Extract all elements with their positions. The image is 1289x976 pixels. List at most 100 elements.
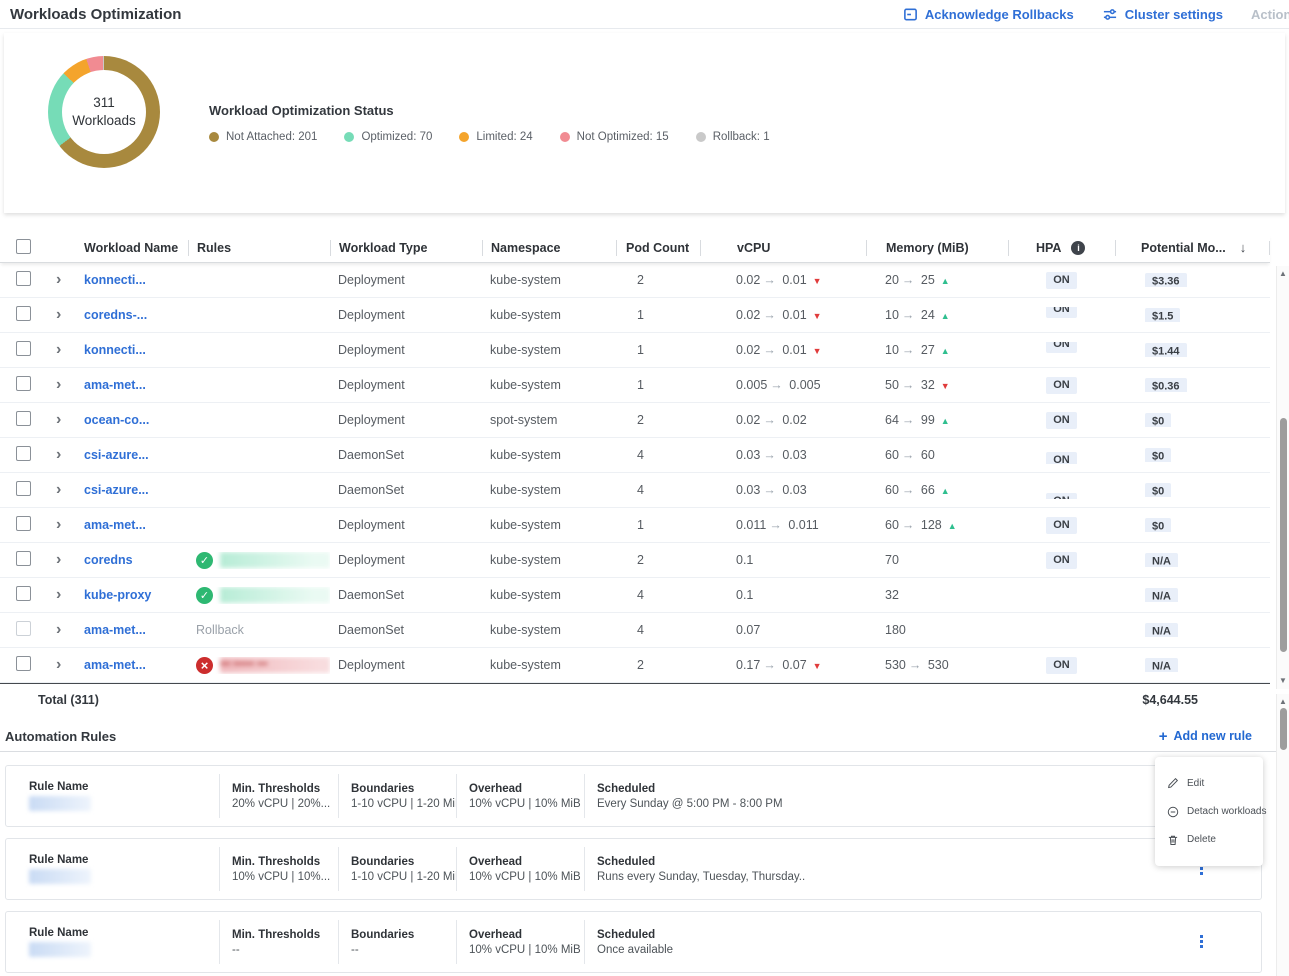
col-workload-type[interactable]: Workload Type	[330, 240, 482, 256]
boundaries-value: 1-10 vCPU | 1-20 MiB	[351, 871, 456, 883]
pod-count-cell: 2	[616, 273, 700, 287]
scroll-up-icon[interactable]	[1277, 697, 1289, 707]
vcpu-cell: 0.1	[700, 588, 866, 602]
col-pod-count[interactable]: Pod Count	[616, 240, 700, 256]
memory-trend-icon	[941, 381, 950, 391]
donut-center: 311 Workloads	[62, 70, 146, 154]
legend-item[interactable]: Limited: 24	[459, 131, 532, 143]
workload-type-cell: DaemonSet	[330, 448, 482, 462]
menu-item-detach-workloads[interactable]: Detach workloads	[1155, 806, 1263, 818]
hpa-badge: ON	[1046, 412, 1077, 429]
vcpu-cell: 0.0110.011	[700, 518, 866, 532]
workload-name-link[interactable]: kube-proxy	[84, 588, 151, 602]
namespace-cell: kube-system	[482, 343, 616, 357]
overhead-value: 10% vCPU | 10% MiB	[469, 798, 584, 810]
rules-scrollbar[interactable]	[1276, 694, 1289, 976]
table-scrollbar-thumb[interactable]	[1280, 418, 1287, 652]
boundaries-value: 1-10 vCPU | 1-20 MiB	[351, 798, 456, 810]
table-row: › coredns-... Deployment kube-system 1 0…	[0, 298, 1270, 333]
col-memory[interactable]: Memory (MiB)	[866, 240, 1008, 256]
workload-name-link[interactable]: ocean-co...	[84, 413, 149, 427]
pod-count-cell: 4	[616, 483, 700, 497]
acknowledge-rollbacks-button[interactable]: Acknowledge Rollbacks	[903, 7, 1074, 22]
workload-type-cell: Deployment	[330, 518, 482, 532]
legend-item[interactable]: Rollback: 1	[696, 131, 770, 143]
potential-badge: N/A	[1145, 588, 1178, 602]
memory-trend-icon	[941, 486, 950, 496]
row-checkbox[interactable]	[16, 376, 31, 391]
scroll-up-icon[interactable]	[1277, 269, 1289, 279]
workload-name-link[interactable]: konnecti...	[84, 273, 146, 287]
workload-name-link[interactable]: coredns	[84, 553, 133, 567]
col-vcpu[interactable]: vCPU	[700, 240, 866, 256]
memory-cell: 1024	[866, 308, 1008, 322]
workload-name-link[interactable]: ama-met...	[84, 623, 146, 637]
row-checkbox[interactable]	[16, 411, 31, 426]
pod-count-cell: 1	[616, 343, 700, 357]
workload-type-cell: Deployment	[330, 413, 482, 427]
workload-name-link[interactable]: ama-met...	[84, 518, 146, 532]
chevron-right-icon[interactable]: ›	[56, 657, 61, 673]
col-potential[interactable]: Potential Mo...	[1115, 240, 1270, 256]
row-checkbox[interactable]	[16, 516, 31, 531]
col-rules[interactable]: Rules	[188, 240, 330, 256]
chevron-right-icon[interactable]: ›	[56, 342, 61, 358]
workload-name-link[interactable]: coredns-...	[84, 308, 147, 322]
legend-item[interactable]: Not Optimized: 15	[560, 131, 669, 143]
workload-name-link[interactable]: konnecti...	[84, 343, 146, 357]
row-checkbox[interactable]	[16, 341, 31, 356]
workload-name-link[interactable]: ama-met...	[84, 658, 146, 672]
automation-rules-section: Automation Rules Add new rule Rule Name …	[0, 723, 1289, 973]
workload-status-card: 311 Workloads Workload Optimization Stat…	[4, 33, 1285, 213]
plus-icon	[1159, 728, 1168, 745]
chevron-right-icon[interactable]: ›	[56, 412, 61, 428]
cluster-settings-button[interactable]: Cluster settings	[1102, 7, 1223, 22]
legend-item[interactable]: Optimized: 70	[344, 131, 432, 143]
potential-badge: N/A	[1145, 553, 1178, 567]
rules-scrollbar-thumb[interactable]	[1280, 708, 1287, 750]
hpa-badge: ON	[1046, 552, 1077, 569]
chevron-right-icon[interactable]: ›	[56, 517, 61, 533]
scroll-down-icon[interactable]	[1277, 676, 1289, 686]
col-hpa[interactable]: HPA	[1008, 240, 1115, 256]
sort-desc-icon[interactable]	[1240, 240, 1247, 255]
row-checkbox[interactable]	[16, 446, 31, 461]
potential-badge: $1.5	[1145, 308, 1180, 322]
row-checkbox[interactable]	[16, 656, 31, 671]
chevron-right-icon[interactable]: ›	[56, 482, 61, 498]
col-workload-name[interactable]: Workload Name	[76, 241, 188, 255]
chevron-right-icon[interactable]: ›	[56, 272, 61, 288]
hpa-info-icon[interactable]	[1071, 241, 1085, 255]
menu-item-edit[interactable]: Edit	[1155, 777, 1263, 789]
table-scrollbar[interactable]	[1276, 266, 1289, 689]
workload-name-link[interactable]: csi-azure...	[84, 448, 149, 462]
row-checkbox[interactable]	[16, 481, 31, 496]
row-checkbox[interactable]	[16, 586, 31, 601]
workload-name-link[interactable]: csi-azure...	[84, 483, 149, 497]
row-checkbox[interactable]	[16, 621, 31, 636]
chevron-right-icon[interactable]: ›	[56, 622, 61, 638]
workload-name-link[interactable]: ama-met...	[84, 378, 146, 392]
menu-item-delete[interactable]: Delete	[1155, 834, 1263, 846]
workload-type-cell: DaemonSet	[330, 623, 482, 637]
vcpu-cell: 0.030.03	[700, 448, 866, 462]
kebab-icon[interactable]	[1195, 934, 1209, 950]
chevron-right-icon[interactable]: ›	[56, 587, 61, 603]
row-checkbox[interactable]	[16, 306, 31, 321]
row-checkbox[interactable]	[16, 271, 31, 286]
select-all-checkbox[interactable]	[16, 239, 31, 254]
row-checkbox[interactable]	[16, 551, 31, 566]
chevron-right-icon[interactable]: ›	[56, 447, 61, 463]
donut-center-label: Workloads	[72, 112, 136, 130]
vcpu-cell: 0.020.01	[700, 343, 866, 357]
chevron-right-icon[interactable]: ›	[56, 307, 61, 323]
legend-item[interactable]: Not Attached: 201	[209, 131, 317, 143]
col-namespace[interactable]: Namespace	[482, 240, 616, 256]
namespace-cell: kube-system	[482, 658, 616, 672]
add-new-rule-button[interactable]: Add new rule	[1159, 728, 1252, 745]
chevron-right-icon[interactable]: ›	[56, 377, 61, 393]
vcpu-trend-icon	[813, 311, 822, 321]
overhead-value: 10% vCPU | 10% MiB	[469, 871, 584, 883]
rule-status-icon	[196, 657, 213, 674]
chevron-right-icon[interactable]: ›	[56, 552, 61, 568]
